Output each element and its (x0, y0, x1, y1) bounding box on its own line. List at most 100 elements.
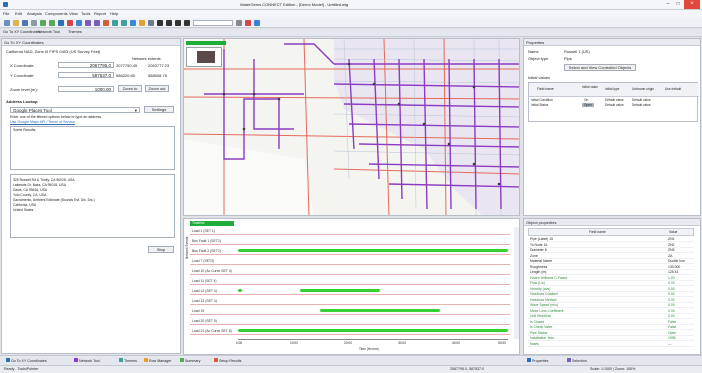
save-icon[interactable] (22, 19, 28, 26)
timeline-row[interactable]: Load 11 (SET 4) (190, 277, 510, 285)
list-item[interactable]: Headloss Method 0.00 (528, 298, 694, 303)
timeline-scrollbar[interactable] (514, 227, 519, 339)
timeline-row[interactable]: Load 13 (SET 4) (190, 297, 510, 305)
settings-button[interactable]: Settings (144, 106, 174, 113)
select-controlled-button[interactable]: Select and View Controlled Objects (564, 64, 636, 71)
junction-node[interactable] (497, 182, 501, 186)
tank-tool-icon[interactable] (130, 19, 136, 26)
zoom-out-button[interactable]: Zoom out (145, 85, 169, 92)
timeline-row[interactable]: Load 7 (SET3) (190, 257, 510, 265)
list-item[interactable]: United States (13, 208, 33, 213)
redo-icon[interactable] (49, 19, 55, 26)
pan-icon[interactable] (76, 19, 82, 26)
report-icon[interactable] (175, 19, 181, 26)
list-item[interactable]: Installation Year 1998 (528, 336, 694, 341)
tab-network-tool[interactable]: Network Tool (38, 30, 60, 34)
junction-node[interactable] (422, 122, 426, 126)
menu-item-file[interactable]: File (3, 11, 9, 16)
list-item[interactable]: Zone ZA (528, 254, 694, 259)
event-bar[interactable] (238, 249, 508, 252)
junction-node[interactable] (472, 162, 476, 166)
junction-node[interactable] (277, 97, 281, 101)
junction-node[interactable] (472, 85, 476, 89)
junction-node[interactable] (242, 127, 246, 131)
minimize-icon[interactable]: – (664, 2, 672, 7)
new-icon[interactable] (4, 19, 10, 26)
graph-icon[interactable] (184, 19, 190, 26)
event-bar[interactable] (320, 309, 440, 312)
list-item[interactable]: Wave Speed (m/s) 0.00 (528, 303, 694, 308)
pipe-tool-icon[interactable] (112, 19, 118, 26)
table-icon[interactable] (166, 19, 172, 26)
pump-tool-icon[interactable] (139, 19, 145, 26)
menu-item-edit[interactable]: Edit (15, 11, 22, 16)
junction-node[interactable] (347, 62, 351, 66)
list-item[interactable]: Diameter 8 ZN3 (528, 248, 694, 253)
lookup-service-select[interactable]: Google Places Tool ▾ (10, 107, 140, 113)
list-item[interactable]: Is Check Valve False (528, 325, 694, 330)
list-item[interactable]: Minor Loss Coefficient 0.00 (528, 309, 694, 314)
timeline-row[interactable]: Load 10 (Ac Curve SET 4) (190, 267, 510, 275)
tab-setup-results[interactable]: Setup Results (212, 358, 243, 364)
event-bar[interactable] (238, 289, 242, 292)
menu-item-view[interactable]: View (69, 11, 78, 16)
address-search-box[interactable]: Some Results (10, 126, 175, 170)
junction-tool-icon[interactable] (121, 19, 127, 26)
y-coordinate-input[interactable]: 587537.0 (58, 72, 114, 78)
timeline-row[interactable]: Bus Fault 1 (SET2) (190, 237, 510, 245)
menu-item-components[interactable]: Components (45, 11, 68, 16)
map-view[interactable] (183, 38, 520, 216)
list-item[interactable]: Material Name Ductile Iron (528, 259, 694, 264)
tab-themes[interactable]: Themes (117, 358, 139, 364)
table-row[interactable]: Initial Status Open Default value Defaul… (529, 103, 699, 108)
run-icon[interactable] (103, 19, 109, 26)
tab-network-tool[interactable]: Network Tool (72, 358, 102, 364)
timeline-row[interactable]: Load 1 (SET 1) (190, 227, 510, 235)
stop-button[interactable]: Stop (148, 246, 174, 253)
menu-item-help[interactable]: Help (110, 11, 118, 16)
tab-selection[interactable]: Selection (565, 358, 589, 364)
grid-icon[interactable] (157, 19, 163, 26)
timeline-row[interactable]: Load 20 (SET 5) (190, 317, 510, 325)
tab-go-to-xy[interactable]: Go To XY Coordinates (3, 30, 41, 34)
list-item[interactable]: Headloss Gradient 0.00 (528, 292, 694, 297)
list-item[interactable]: To Node 16 ZN2 (528, 243, 694, 248)
list-item[interactable]: Roughness 130.000 (528, 265, 694, 270)
menu-item-report[interactable]: Report (94, 11, 106, 16)
junction-node[interactable] (252, 92, 256, 96)
address-results-list[interactable]: 325 Russell Rd & Trinity, CA 96028, USA … (10, 174, 175, 238)
event-bar[interactable] (238, 329, 508, 332)
junction-node[interactable] (222, 92, 226, 96)
scenario-dropdown[interactable] (193, 19, 233, 26)
timeline-row[interactable]: Load 19 (190, 307, 510, 315)
junction-node[interactable] (397, 102, 401, 106)
network-map[interactable] (184, 39, 520, 216)
print-icon[interactable] (31, 19, 37, 26)
menu-item-tools[interactable]: Tools (81, 11, 90, 16)
list-item[interactable]: Length (m) 125.41 (528, 270, 694, 275)
timeline-row[interactable]: Load 21 (Ac Curve SET 5) (190, 327, 510, 335)
junction-node[interactable] (372, 82, 376, 86)
list-item[interactable]: Pipe (Label) 15 ZN1 (528, 237, 694, 242)
tab-row-manager[interactable]: Row Manager (142, 358, 173, 364)
list-item[interactable]: Flow (L/s) 0.00 (528, 281, 694, 286)
tab-properties[interactable]: Properties (525, 358, 550, 364)
list-item[interactable]: Is Closed False (528, 320, 694, 325)
list-item[interactable]: Unit Headloss 0.00 (528, 314, 694, 319)
menu-item-analysis[interactable]: Analysis (27, 11, 42, 16)
stop-icon[interactable] (245, 19, 251, 26)
compute-icon[interactable] (236, 19, 242, 26)
close-icon[interactable]: × (684, 0, 700, 9)
list-item[interactable]: Velocity (m/s) 0.00 (528, 287, 694, 292)
x-coordinate-input[interactable]: 2067795.0 (58, 62, 114, 68)
event-bar[interactable] (300, 289, 380, 292)
delete-icon[interactable] (67, 19, 73, 26)
select-icon[interactable] (58, 19, 64, 26)
junction-node[interactable] (447, 142, 451, 146)
valve-tool-icon[interactable] (148, 19, 154, 26)
timeline-row[interactable]: Bus Fault 2 (SET2) (190, 247, 510, 255)
zoom-out-icon[interactable] (94, 19, 100, 26)
tab-go-to-xy[interactable]: Go To XY Coordinates (4, 358, 49, 364)
list-item[interactable]: Notes — (528, 342, 694, 347)
zoom-level-input[interactable]: 1000.00 (58, 86, 114, 92)
